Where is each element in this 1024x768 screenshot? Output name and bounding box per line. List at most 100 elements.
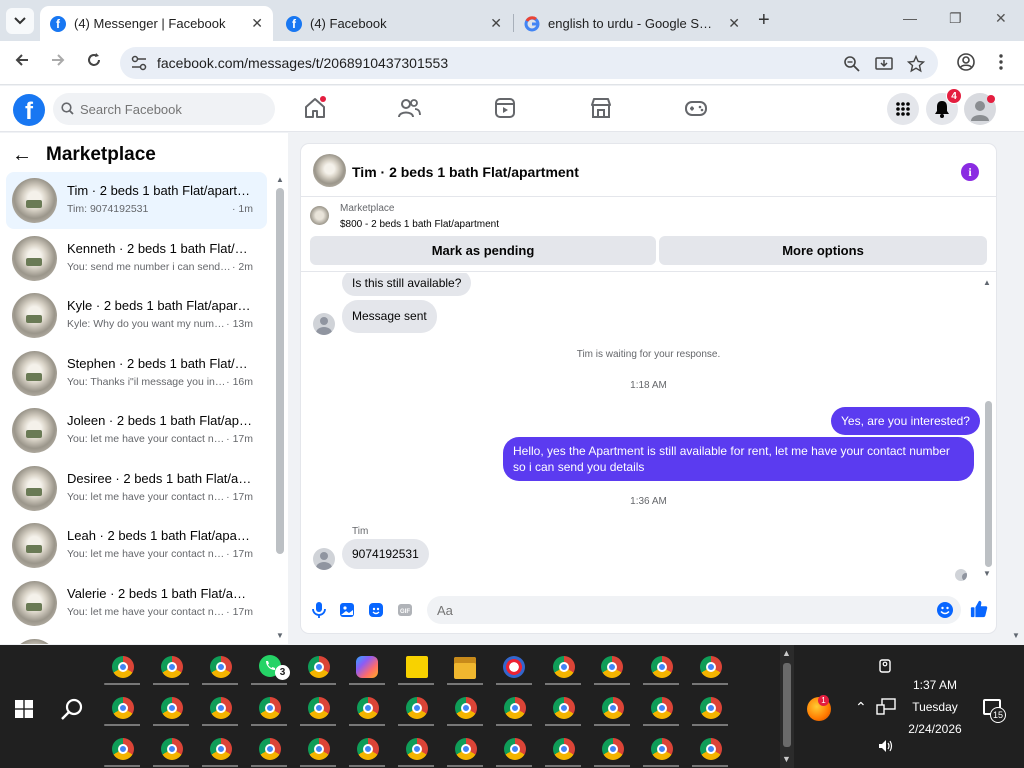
page-scroll-down-arrow[interactable]: ▼	[1012, 631, 1020, 640]
close-tab-icon[interactable]: ✕	[728, 15, 740, 32]
conversation-item-tim[interactable]: Tim · 2 beds 1 bath Flat/apartment Tim: …	[6, 172, 267, 229]
scroll-up-arrow[interactable]: ▲	[782, 648, 791, 658]
camera-meet-icon[interactable]	[877, 658, 895, 674]
chrome-profile-icon[interactable]	[406, 738, 428, 760]
install-app-icon[interactable]	[875, 55, 893, 73]
chrome-profile-icon[interactable]	[504, 738, 526, 760]
taskbar-scroll-thumb[interactable]	[783, 663, 791, 747]
listing-thumbnail[interactable]	[310, 206, 329, 225]
chrome-profile-icon[interactable]	[161, 738, 183, 760]
chrome-profile-icon[interactable]	[308, 738, 330, 760]
clock-time[interactable]: 1:37 AM	[900, 678, 970, 692]
taskbar-scrollbar[interactable]: ▲ ▼	[780, 645, 794, 768]
snipping-tool-icon[interactable]	[503, 656, 525, 678]
emoji-icon[interactable]	[936, 601, 954, 619]
chrome-profile-icon[interactable]	[553, 738, 575, 760]
back-arrow-icon[interactable]: ←	[12, 144, 32, 167]
gif-icon[interactable]: GIF	[396, 601, 414, 619]
chrome-profile-icon[interactable]	[651, 738, 673, 760]
search-input[interactable]	[80, 93, 270, 125]
info-icon[interactable]: i	[961, 163, 979, 181]
conversation-item-kyle[interactable]: Kyle · 2 beds 1 bath Flat/apartment Kyle…	[6, 287, 267, 344]
chrome-profile-icon[interactable]	[602, 697, 624, 719]
restore-button[interactable]: ❐	[949, 10, 962, 27]
profile-icon[interactable]	[957, 53, 975, 71]
conversation-item-valerie[interactable]: Valerie · 2 beds 1 bath Flat/apartment Y…	[6, 575, 267, 632]
friends-icon[interactable]	[397, 96, 421, 120]
volume-icon[interactable]	[877, 738, 895, 754]
windows-start-icon[interactable]	[15, 700, 33, 718]
chrome-icon[interactable]	[553, 656, 575, 678]
close-window-button[interactable]: ✕	[995, 10, 1007, 27]
chrome-profile-icon[interactable]	[651, 697, 673, 719]
chrome-profile-icon[interactable]	[651, 656, 673, 678]
chrome-profile-icon[interactable]	[259, 738, 281, 760]
bookmark-star-icon[interactable]	[907, 55, 925, 73]
chrome-profile-icon[interactable]	[112, 697, 134, 719]
gaming-icon[interactable]	[684, 96, 708, 120]
chrome-profile-icon[interactable]	[112, 656, 134, 678]
scroll-down-arrow[interactable]: ▼	[983, 569, 991, 578]
tab-google-search[interactable]: english to urdu - Google Search ✕	[514, 6, 750, 41]
tab-facebook[interactable]: f (4) Facebook ✕	[276, 6, 512, 41]
chrome-profile-icon[interactable]	[210, 697, 232, 719]
chrome-profile-icon[interactable]	[700, 738, 722, 760]
reload-button[interactable]	[83, 52, 105, 73]
chrome-profile-icon[interactable]	[602, 738, 624, 760]
network-icon[interactable]	[876, 698, 896, 716]
clock-date[interactable]: 2/24/2026	[900, 722, 970, 736]
mark-as-pending-button[interactable]: Mark as pending	[310, 236, 656, 265]
menu-button[interactable]	[887, 93, 919, 125]
kebab-menu-icon[interactable]	[996, 53, 1006, 71]
site-info-icon[interactable]	[130, 54, 148, 72]
chrome-profile-icon[interactable]	[700, 697, 722, 719]
copilot-icon[interactable]	[356, 656, 378, 678]
facebook-logo-icon[interactable]: f	[13, 94, 45, 126]
conversation-item-leah[interactable]: Leah · 2 beds 1 bath Flat/apartment You:…	[6, 517, 267, 574]
conversation-item-joleen[interactable]: Joleen · 2 beds 1 bath Flat/apartment Yo…	[6, 402, 267, 459]
chrome-profile-icon[interactable]	[406, 697, 428, 719]
marketplace-icon[interactable]	[589, 96, 613, 120]
chrome-profile-icon[interactable]	[357, 738, 379, 760]
microphone-icon[interactable]	[310, 601, 328, 619]
address-bar[interactable]: facebook.com/messages/t/2068910437301553	[120, 47, 938, 79]
chrome-profile-icon[interactable]	[210, 656, 232, 678]
sticky-notes-icon[interactable]	[406, 656, 428, 678]
forward-button[interactable]	[47, 52, 69, 73]
photo-icon[interactable]	[338, 601, 356, 619]
chrome-profile-icon[interactable]	[259, 697, 281, 719]
chat-scrollbar[interactable]	[985, 401, 992, 567]
chrome-profile-icon[interactable]	[455, 738, 477, 760]
facebook-search[interactable]	[53, 93, 275, 125]
show-hidden-icons-chevron-icon[interactable]: ⌃	[855, 699, 867, 716]
chrome-profile-icon[interactable]	[161, 697, 183, 719]
chrome-profile-icon[interactable]	[601, 656, 623, 678]
conversation-item-partial[interactable]	[6, 633, 267, 644]
sticker-icon[interactable]	[367, 601, 385, 619]
back-button[interactable]	[11, 52, 33, 73]
conversation-item-kenneth[interactable]: Kenneth · 2 beds 1 bath Flat/apartment Y…	[6, 230, 267, 287]
zoom-icon[interactable]	[843, 55, 861, 73]
tab-search-button[interactable]	[6, 8, 34, 34]
clock-day[interactable]: Tuesday	[900, 700, 970, 714]
chrome-profile-icon[interactable]	[455, 697, 477, 719]
file-explorer-icon[interactable]	[454, 657, 476, 679]
listing-price[interactable]: $800 - 2 beds 1 bath Flat/apartment	[340, 219, 499, 230]
taskbar-search-icon[interactable]	[60, 697, 84, 721]
chrome-profile-icon[interactable]	[308, 697, 330, 719]
close-tab-icon[interactable]: ✕	[490, 15, 502, 32]
chrome-profile-icon[interactable]	[357, 697, 379, 719]
minimize-button[interactable]: —	[903, 10, 917, 26]
chat-title[interactable]: Tim · 2 beds 1 bath Flat/apartment	[352, 164, 579, 180]
chrome-profile-icon[interactable]	[553, 697, 575, 719]
conversation-item-desiree[interactable]: Desiree · 2 beds 1 bath Flat/apartment Y…	[6, 460, 267, 517]
close-tab-icon[interactable]: ✕	[251, 15, 263, 32]
new-tab-button[interactable]: +	[758, 9, 770, 32]
conversation-item-stephen[interactable]: Stephen · 2 beds 1 bath Flat/apartment Y…	[6, 345, 267, 402]
chrome-profile-icon[interactable]	[112, 738, 134, 760]
tab-messenger[interactable]: f (4) Messenger | Facebook ✕	[40, 6, 273, 41]
conversation-list-scrollbar[interactable]	[276, 188, 284, 554]
message-input[interactable]	[437, 596, 917, 624]
scroll-up-arrow[interactable]: ▲	[983, 278, 991, 287]
more-options-button[interactable]: More options	[659, 236, 987, 265]
